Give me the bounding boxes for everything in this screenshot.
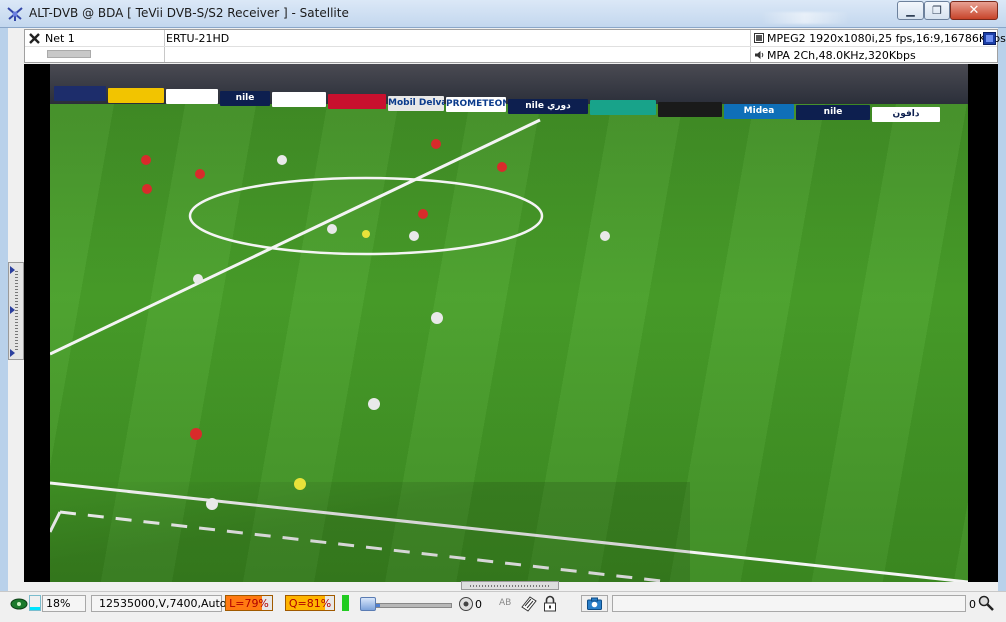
satellite-signal-icon[interactable] — [10, 597, 28, 611]
video-display[interactable]: nileMobil DelvacPROMETEONnile دوريMidean… — [24, 64, 998, 582]
network-progress-bar — [47, 50, 91, 58]
grip-icon — [15, 271, 18, 351]
audio-stream-info: MPA 2Ch,48.0KHz,320Kbps — [767, 49, 916, 62]
video-stream-info: MPEG2 1920x1080i,25 fps,16:9,16786Kbps — [767, 32, 1006, 45]
maximize-button[interactable]: ❐ — [924, 1, 950, 20]
signal-quality-meter: Q=81% — [285, 595, 335, 611]
sidebar-toggle-handle[interactable] — [8, 262, 24, 360]
lock-icon[interactable] — [543, 595, 557, 612]
search-icon[interactable] — [978, 595, 994, 611]
volume-slider-thumb[interactable] — [360, 597, 376, 611]
network-tree-icon[interactable] — [29, 33, 40, 44]
signal-lock-indicator — [342, 595, 349, 611]
network-name: Net 1 — [45, 32, 75, 45]
channel-info-bar: Net 1 ERTU-21HD MPEG2 1920x1080i,25 fps,… — [24, 29, 1006, 63]
channel-name: ERTU-21HD — [166, 32, 230, 45]
grip-icon — [470, 585, 550, 587]
close-button[interactable]: ✕ — [950, 1, 998, 20]
subtitle-icon[interactable] — [458, 596, 474, 612]
signal-level-label: L=79% — [229, 597, 269, 610]
signal-quality-label: Q=81% — [288, 597, 332, 610]
title-bar[interactable]: ALT-DVB @ BDA [ TeVii DVB-S/S2 Receiver … — [0, 0, 1006, 28]
bottom-panel-handle[interactable] — [461, 581, 559, 590]
app-logo-icon — [7, 7, 23, 21]
subtitle-count: 0 — [475, 598, 482, 611]
title-glare — [760, 12, 850, 24]
buffer-meter-fill — [30, 607, 40, 610]
volume-slider-track[interactable] — [375, 603, 452, 608]
video-film-icon — [754, 33, 764, 43]
buffer-percent-panel: 18% — [42, 595, 86, 612]
display-mode-icon[interactable] — [983, 32, 996, 45]
players-layer — [141, 139, 610, 510]
speaker-icon — [755, 51, 764, 59]
window-title: ALT-DVB @ BDA [ TeVii DVB-S/S2 Receiver … — [29, 6, 349, 20]
transponder-panel[interactable]: 12535000,V,7400,Auto — [91, 595, 227, 612]
teletext-icon[interactable] — [520, 595, 538, 613]
buffer-meter — [29, 595, 41, 611]
transponder-params: 12535000,V,7400,Auto — [99, 597, 227, 610]
status-message-panel — [612, 595, 966, 612]
ab-repeat-button[interactable]: AB — [499, 598, 511, 608]
snapshot-button-frame[interactable] — [581, 595, 608, 612]
volume-slider-fill — [376, 604, 380, 607]
football-pitch-frame: nileMobil DelvacPROMETEONnile دوريMidean… — [50, 64, 968, 582]
record-count: 0 — [969, 598, 976, 611]
signal-level-meter: L=79% — [225, 595, 273, 611]
camera-icon — [587, 597, 602, 610]
minimize-button[interactable]: ▁ — [897, 1, 924, 20]
status-bar: 18% 12535000,V,7400,Auto L=79% Q=81% 0 A… — [0, 591, 1006, 622]
buffer-percent: 18% — [46, 597, 71, 610]
divider — [25, 46, 997, 47]
